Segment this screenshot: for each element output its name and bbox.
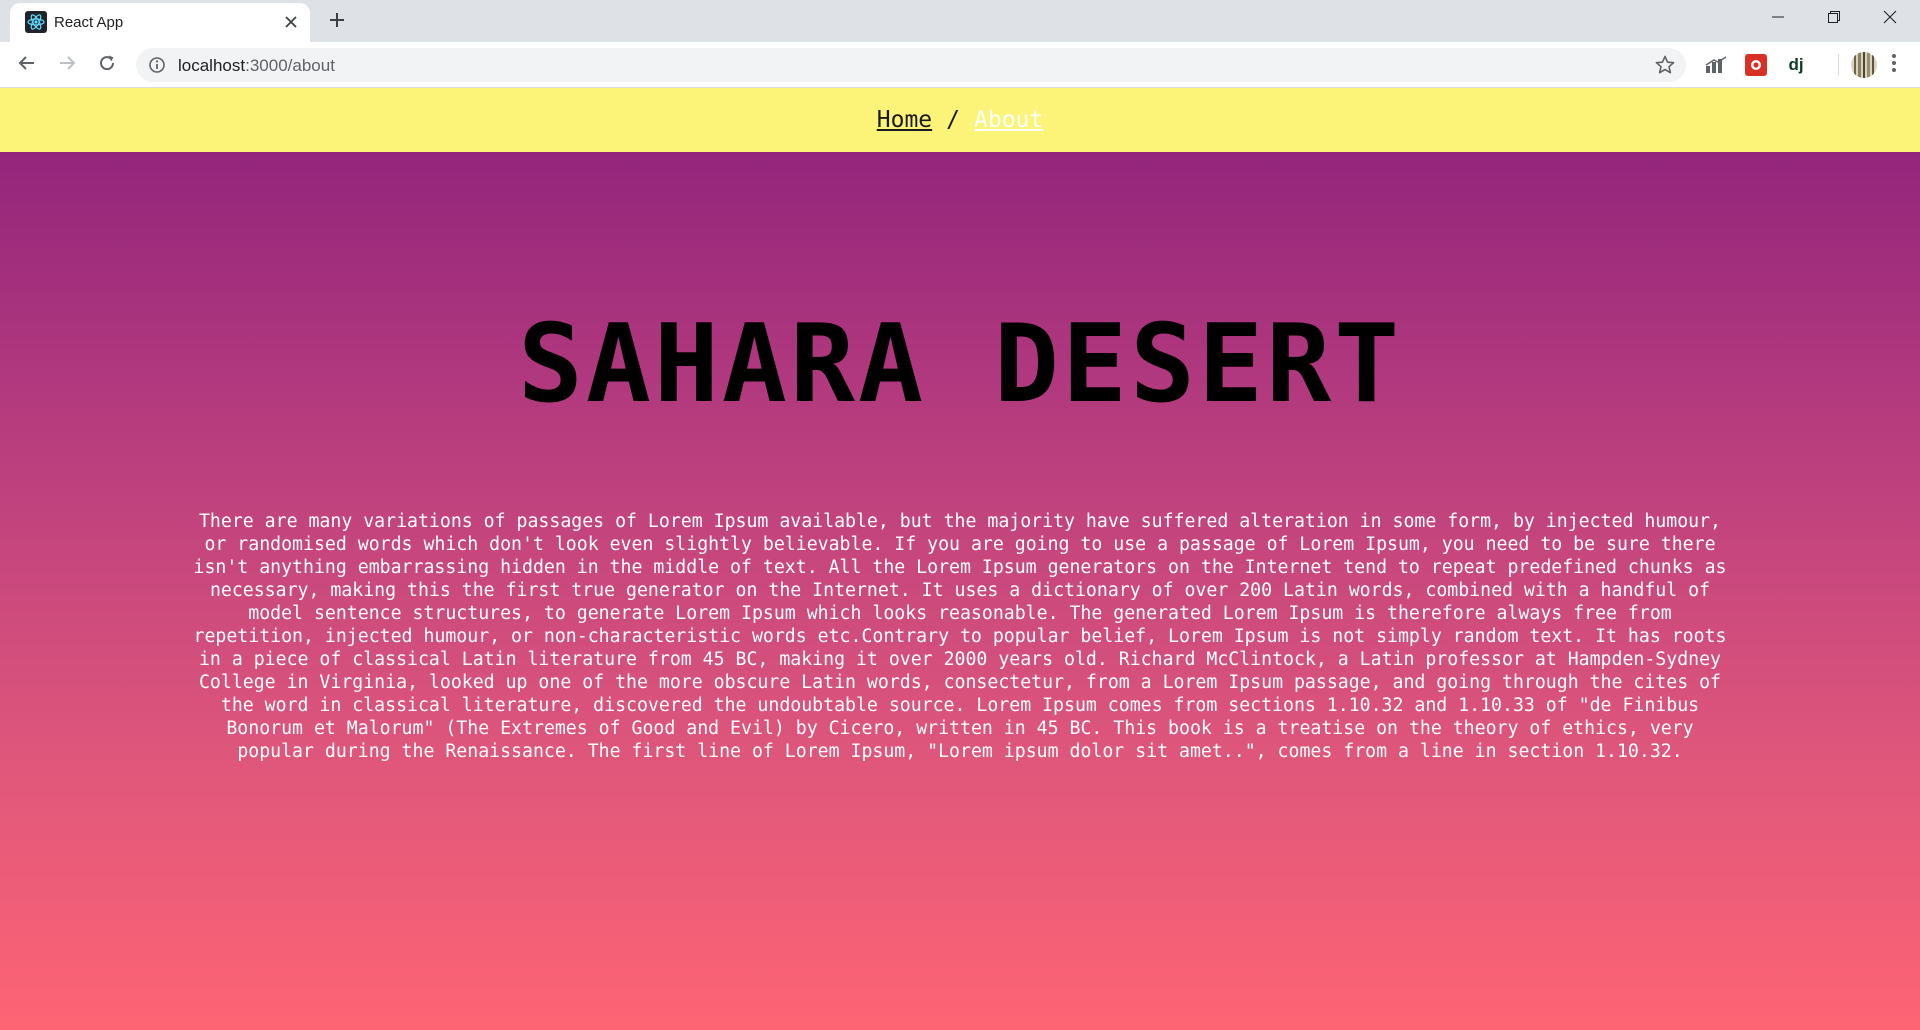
close-window-icon [1883,10,1897,29]
browser-tab[interactable]: React App [10,3,310,42]
url-text: localhost:3000/about [178,56,335,76]
toolbar-divider [1838,54,1839,76]
reload-button[interactable] [92,50,122,80]
profile-avatar-icon[interactable] [1850,51,1878,79]
restore-button[interactable] [1806,0,1862,38]
arrow-right-icon [57,53,77,78]
info-icon[interactable] [148,56,166,74]
new-tab-button[interactable] [324,9,350,35]
window-close-button[interactable] [1862,0,1918,38]
back-button[interactable] [12,50,42,80]
dj-extension-label: dj [1788,55,1804,74]
star-icon[interactable] [1654,54,1676,76]
forward-button[interactable] [52,50,82,80]
minimize-icon [1771,10,1785,29]
react-logo-icon [25,11,47,33]
more-vert-icon [1891,53,1897,78]
site-nav: Home / About [0,88,1920,152]
tab-title: React App [54,14,124,31]
nav-link-home[interactable]: Home [877,107,932,133]
menu-button[interactable] [1880,51,1908,79]
url-path: :3000/about [245,56,335,75]
close-icon[interactable] [280,11,302,33]
chart-extension-icon[interactable] [1702,51,1730,79]
reload-icon [97,53,117,78]
tab-strip: React App [0,0,1920,42]
page-title: SAHARA DESERT [517,302,1403,427]
nav-separator: / [946,107,960,133]
plus-icon [328,11,346,34]
browser-toolbar: localhost:3000/about dj [0,42,1920,88]
red-extension-icon[interactable] [1742,51,1770,79]
minimize-button[interactable] [1750,0,1806,38]
nav-link-about[interactable]: About [974,107,1043,133]
address-bar[interactable]: localhost:3000/about [136,48,1686,82]
body-paragraph: There are many variations of passages of… [193,511,1727,762]
page-content: Home / About SAHARA DESERT There are man… [0,88,1920,1030]
dj-extension-icon[interactable]: dj [1782,51,1810,79]
url-host: localhost [178,56,246,75]
restore-icon [1827,10,1841,29]
arrow-left-icon [17,53,37,78]
hero-section: SAHARA DESERT There are many variations … [0,152,1920,1030]
